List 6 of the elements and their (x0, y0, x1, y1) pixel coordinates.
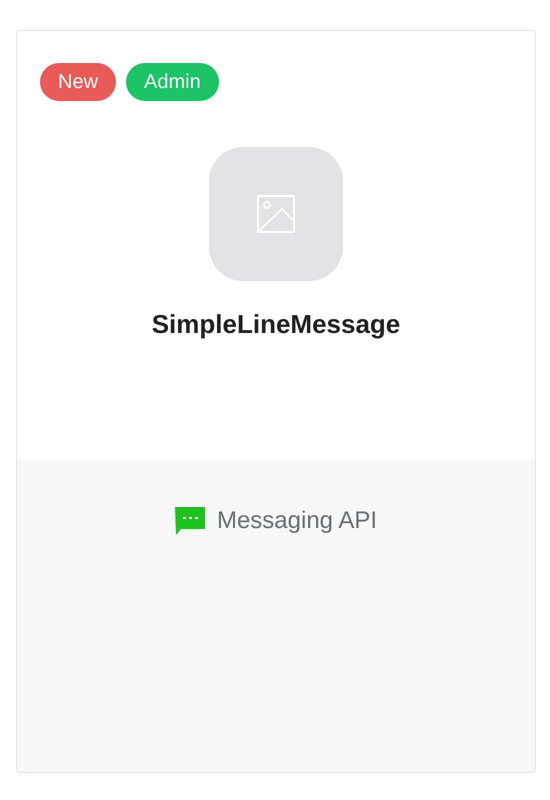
image-icon (256, 194, 296, 234)
card-title: SimpleLineMessage (152, 309, 400, 340)
feature-label: Messaging API (216, 507, 378, 535)
message-icon (174, 507, 205, 535)
tag: Admin (126, 63, 219, 101)
tag: New (40, 63, 116, 101)
